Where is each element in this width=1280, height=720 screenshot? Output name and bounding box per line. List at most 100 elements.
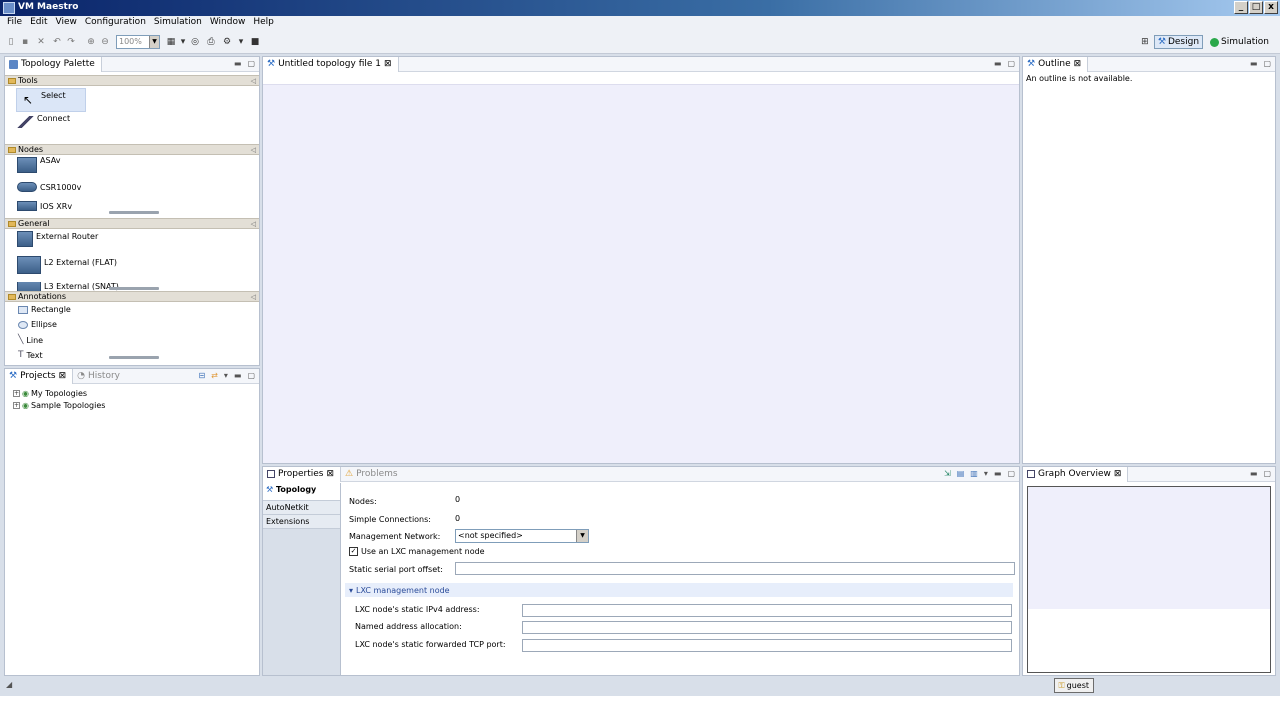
static-serial-input[interactable] [455,562,1015,575]
maximize-view-icon[interactable]: ▢ [247,59,255,68]
palette-item-line[interactable]: ╲ Line [4,335,43,345]
expand-icon[interactable]: + [13,401,20,409]
palette-item-asav[interactable]: ASAv [5,156,60,173]
layout-icon[interactable]: ▦ [166,37,176,47]
palette-item-l2-external-flat[interactable]: L2 External (FLAT) [5,256,117,274]
menu-view[interactable]: View [53,16,82,30]
design-perspective-button[interactable]: ⚒ Design [1153,35,1204,49]
palette-item-rectangle[interactable]: Rectangle [4,305,71,314]
save-icon[interactable]: ▪ [20,37,30,47]
autonetkit-icon[interactable]: ◎ [190,37,200,47]
ptab-topology[interactable]: ⚒ Topology [263,483,340,501]
palette-item-select[interactable]: ↖ Select [16,88,86,112]
drawer-tools[interactable]: Tools ◁ [5,75,259,86]
zoom-out-icon[interactable]: ⊖ [100,37,110,47]
drawer-general[interactable]: General ◁ [5,218,259,229]
tab-history[interactable]: ◔ History [73,369,126,384]
palette-item-connect[interactable]: Connect [17,114,70,128]
tab-graph-overview[interactable]: Graph Overview ⊠ [1023,466,1129,482]
lxc-checkbox-row[interactable]: ✓ Use an LXC management node [349,547,485,556]
palette-item-external-router[interactable]: External Router [5,231,98,247]
management-network-select[interactable]: <not specified> ▼ [455,529,589,543]
pin-icon[interactable]: ⇲ [944,469,951,478]
named-address-input[interactable] [522,621,1012,634]
close-tab-icon[interactable]: ⊠ [1114,469,1122,479]
advanced-icon[interactable]: ▥ [970,469,978,478]
expand-icon[interactable]: + [13,389,20,397]
maximize-view-icon[interactable]: ▢ [1007,59,1015,68]
drawer-annotations[interactable]: Annotations ◁ [5,291,259,302]
undo-icon[interactable]: ↶ [52,37,62,47]
maximize-view-icon[interactable]: ▢ [247,371,255,380]
settings-dropdown-icon[interactable]: ▾ [236,37,246,47]
minimize-view-icon[interactable]: ▬ [1250,59,1258,68]
zoom-in-icon[interactable]: ⊕ [86,37,96,47]
minimize-view-icon[interactable]: ▬ [234,371,242,380]
menu-configuration[interactable]: Configuration [82,16,151,30]
collapse-icon[interactable]: ◁ [251,77,256,85]
lxc-ipv4-input[interactable] [522,604,1012,617]
ptab-extensions[interactable]: Extensions [263,515,340,529]
horizontal-scrollbar[interactable] [109,356,159,359]
minimize-view-icon[interactable]: ▬ [1250,469,1258,478]
tab-outline[interactable]: ⚒ Outline ⊠ [1023,56,1089,72]
tab-topology-palette[interactable]: Topology Palette [5,56,102,72]
menu-file[interactable]: File [4,16,27,30]
view-menu-icon[interactable]: ▾ [224,371,228,380]
link-editor-icon[interactable]: ⇄ [211,371,218,380]
tab-projects[interactable]: ⚒ Projects ⊠ [5,368,74,384]
topology-canvas[interactable] [263,72,1019,463]
overview-viewport[interactable] [1028,487,1270,609]
palette-item-csr1000v[interactable]: CSR1000v [5,182,81,192]
palette-item-text[interactable]: T Text [4,350,43,360]
zoom-combo[interactable]: 100% ▼ [116,35,160,49]
minimize-view-icon[interactable]: ▬ [234,59,242,68]
delete-icon[interactable]: ✕ [36,37,46,47]
collapse-all-icon[interactable]: ⊟ [198,371,205,380]
menu-help[interactable]: Help [250,16,279,30]
minimize-view-icon[interactable]: ▬ [994,59,1002,68]
close-tab-icon[interactable]: ⊠ [384,59,392,69]
dropdown-arrow-icon[interactable]: ▾ [178,37,188,47]
palette-item-l3-external-snat[interactable]: L3 External (SNAT) [5,282,119,291]
menu-window[interactable]: Window [207,16,251,30]
collapse-icon[interactable]: ◁ [251,146,256,154]
maximize-view-icon[interactable]: ▢ [1263,469,1271,478]
redo-icon[interactable]: ↷ [66,37,76,47]
lxc-checkbox[interactable]: ✓ [349,547,358,556]
maximize-view-icon[interactable]: ▢ [1007,469,1015,478]
close-button[interactable]: x [1264,1,1278,14]
lxc-section-header[interactable]: ▾ LXC management node [345,583,1013,597]
collapse-icon[interactable]: ◁ [251,293,256,301]
maximize-button[interactable]: □ [1249,1,1263,14]
new-file-icon[interactable]: ▯ [6,37,16,47]
maximize-view-icon[interactable]: ▢ [1263,59,1271,68]
settings-icon[interactable]: ⚙ [222,37,232,47]
view-menu-icon[interactable]: ▾ [984,469,988,478]
open-perspective-icon[interactable]: ⊞ [1140,37,1150,47]
minimize-view-icon[interactable]: ▬ [994,469,1002,478]
menu-edit[interactable]: Edit [27,16,52,30]
lxc-tcp-port-input[interactable] [522,639,1012,652]
collapse-icon[interactable]: ◁ [251,220,256,228]
horizontal-scrollbar[interactable] [109,211,159,214]
tree-item-sample-topologies[interactable]: + ◉ Sample Topologies [5,399,259,411]
ptab-autonetkit[interactable]: AutoNetkit [263,501,340,515]
minimize-button[interactable]: _ [1234,1,1248,14]
dropdown-arrow-icon[interactable]: ▼ [576,530,588,542]
print-icon[interactable]: ⎙ [206,37,216,47]
categories-icon[interactable]: ▤ [957,469,965,478]
stop-icon[interactable]: ■ [250,37,260,47]
close-tab-icon[interactable]: ⊠ [326,469,334,479]
user-indicator[interactable]: ⚿ guest [1053,678,1094,693]
simulation-perspective-button[interactable]: Simulation [1207,36,1272,48]
drawer-nodes[interactable]: Nodes ◁ [5,144,259,155]
tree-item-my-topologies[interactable]: + ◉ My Topologies [5,387,259,399]
palette-item-ios-xrv[interactable]: IOS XRv [5,201,72,211]
menu-simulation[interactable]: Simulation [151,16,207,30]
close-tab-icon[interactable]: ⊠ [59,371,67,381]
zoom-dropdown-icon[interactable]: ▼ [149,36,159,48]
graph-overview-canvas[interactable] [1027,486,1271,673]
palette-item-ellipse[interactable]: Ellipse [4,320,57,329]
horizontal-scrollbar[interactable] [109,287,159,290]
